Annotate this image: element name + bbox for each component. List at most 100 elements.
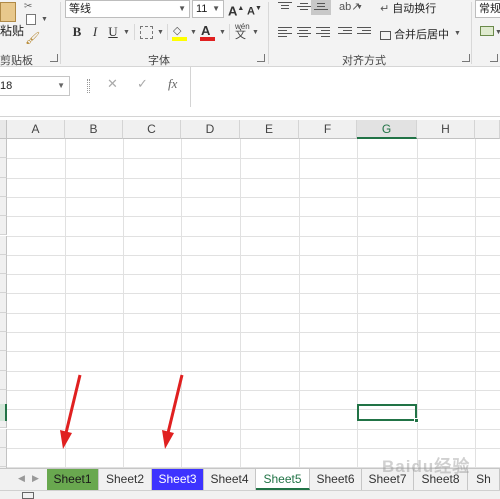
formula-input[interactable] [190,67,500,107]
alignment-launcher-icon[interactable] [462,54,470,62]
merge-center-icon [380,30,391,40]
sheet-tab-sheet1[interactable]: Sheet1 [47,469,99,490]
chevron-down-icon[interactable]: ▼ [495,29,500,36]
column-header-d[interactable]: D [181,120,240,139]
phonetic-button[interactable]: wén 文 [235,23,250,41]
sheet-tab-sheet3[interactable]: Sheet3 [152,469,204,490]
row-header[interactable] [0,351,7,371]
sheet-tab-sheet4[interactable]: Sheet4 [204,469,256,490]
name-box[interactable]: 18 ▼ [0,76,70,96]
row-header[interactable] [0,177,7,197]
font-launcher-icon[interactable] [257,54,265,62]
chevron-down-icon[interactable]: ▼ [454,30,461,37]
gridline [240,139,241,468]
cancel-icon[interactable]: ✕ [107,76,118,92]
number-launcher-icon[interactable] [490,54,498,62]
row-header[interactable] [0,139,7,159]
wrap-text-button[interactable]: ↵ 自动换行 [380,0,436,16]
column-header-g[interactable]: G [357,120,417,139]
chevron-down-icon[interactable]: ▼ [219,29,226,36]
wrap-text-icon: ↵ [380,3,390,15]
format-painter-icon[interactable]: 🖌 [25,31,40,45]
currency-icon[interactable] [480,26,494,36]
sheet-tab-sheet2[interactable]: Sheet2 [99,469,152,490]
select-all-corner[interactable] [0,120,7,139]
align-right-icon[interactable] [316,27,330,39]
active-cell[interactable] [357,404,419,423]
fill-color-icon[interactable]: ◇ [173,24,187,37]
gridline [299,139,300,468]
align-top-icon[interactable] [278,2,292,14]
number-format-combo[interactable]: 常规 [475,0,500,18]
column-header-e[interactable]: E [240,120,299,139]
paste-button[interactable]: 粘贴 [0,22,24,39]
status-bar [0,490,500,499]
row-header[interactable] [0,274,7,294]
chevron-down-icon[interactable]: ▼ [57,77,65,95]
row-header[interactable] [0,158,7,178]
increase-font-button[interactable]: A▲ [228,0,244,20]
column-header[interactable] [475,120,500,139]
merge-center-button[interactable]: 合并后居中 [380,26,449,42]
align-middle-icon[interactable] [297,3,311,15]
gridline [7,216,500,218]
row-header[interactable] [0,216,7,236]
cut-icon[interactable]: ✂ [24,1,36,12]
scroll-right-icon[interactable]: ▶ [32,473,39,484]
insert-function-button[interactable]: fx [168,76,177,92]
gridline [7,428,500,430]
font-size-combo[interactable]: 11 ▼ [192,0,224,18]
chevron-down-icon[interactable]: ▼ [190,29,197,36]
row-header[interactable] [0,312,7,332]
underline-button[interactable]: U [107,23,119,41]
row-header[interactable] [0,447,7,468]
italic-button[interactable]: I [89,23,101,41]
border-icon[interactable] [140,26,153,39]
macro-record-icon[interactable] [22,492,34,499]
chevron-down-icon[interactable]: ▼ [157,29,164,36]
fill-handle[interactable] [414,418,419,423]
decrease-font-button[interactable]: A▼ [247,0,262,21]
font-name-combo[interactable]: 等线 ▼ [65,0,190,18]
worksheet-grid[interactable]: ABCDEFGH [0,120,500,488]
row-header[interactable] [0,332,7,352]
chevron-down-icon[interactable]: ▼ [123,29,130,36]
copy-dropdown-icon[interactable]: ▼ [41,16,48,23]
chevron-down-icon[interactable]: ▼ [212,1,220,17]
row-header[interactable] [0,254,7,275]
column-header-b[interactable]: B [65,120,123,139]
chevron-down-icon[interactable]: ▼ [178,1,186,17]
clipboard-launcher-icon[interactable] [50,54,58,62]
paste-icon[interactable] [0,2,16,22]
sheet-tab-sheet5[interactable]: Sheet5 [256,469,310,490]
increase-indent-icon[interactable] [357,27,371,39]
scroll-left-icon[interactable]: ◀ [18,473,25,484]
align-center-icon[interactable] [297,27,311,39]
row-header-active[interactable] [0,404,7,421]
wrap-text-label: 自动换行 [392,3,437,15]
sheet-tab-sh[interactable]: Sh [468,469,500,490]
align-left-icon[interactable] [278,27,292,39]
divider [87,79,90,93]
decrease-indent-icon[interactable] [338,27,352,39]
bold-button[interactable]: B [70,23,84,41]
column-header-f[interactable]: F [299,120,357,139]
phonetic-icon: 文 [235,28,246,41]
divider [167,24,168,40]
sheet-tab-sheet6[interactable]: Sheet6 [310,469,362,490]
chevron-down-icon[interactable]: ▼ [356,4,363,11]
gridline [7,351,500,353]
align-bottom-icon[interactable] [314,3,328,15]
column-header-a[interactable]: A [7,120,65,139]
chevron-down-icon[interactable]: ▼ [252,29,259,36]
column-header-h[interactable]: H [417,120,475,139]
row-header[interactable] [0,428,7,448]
row-header[interactable] [0,196,7,217]
gridline [123,139,124,468]
row-header[interactable] [0,370,7,390]
row-header[interactable] [0,293,7,313]
column-header-c[interactable]: C [123,120,181,139]
enter-icon[interactable]: ✓ [137,76,148,92]
copy-icon[interactable] [26,14,36,25]
row-header[interactable] [0,235,7,255]
